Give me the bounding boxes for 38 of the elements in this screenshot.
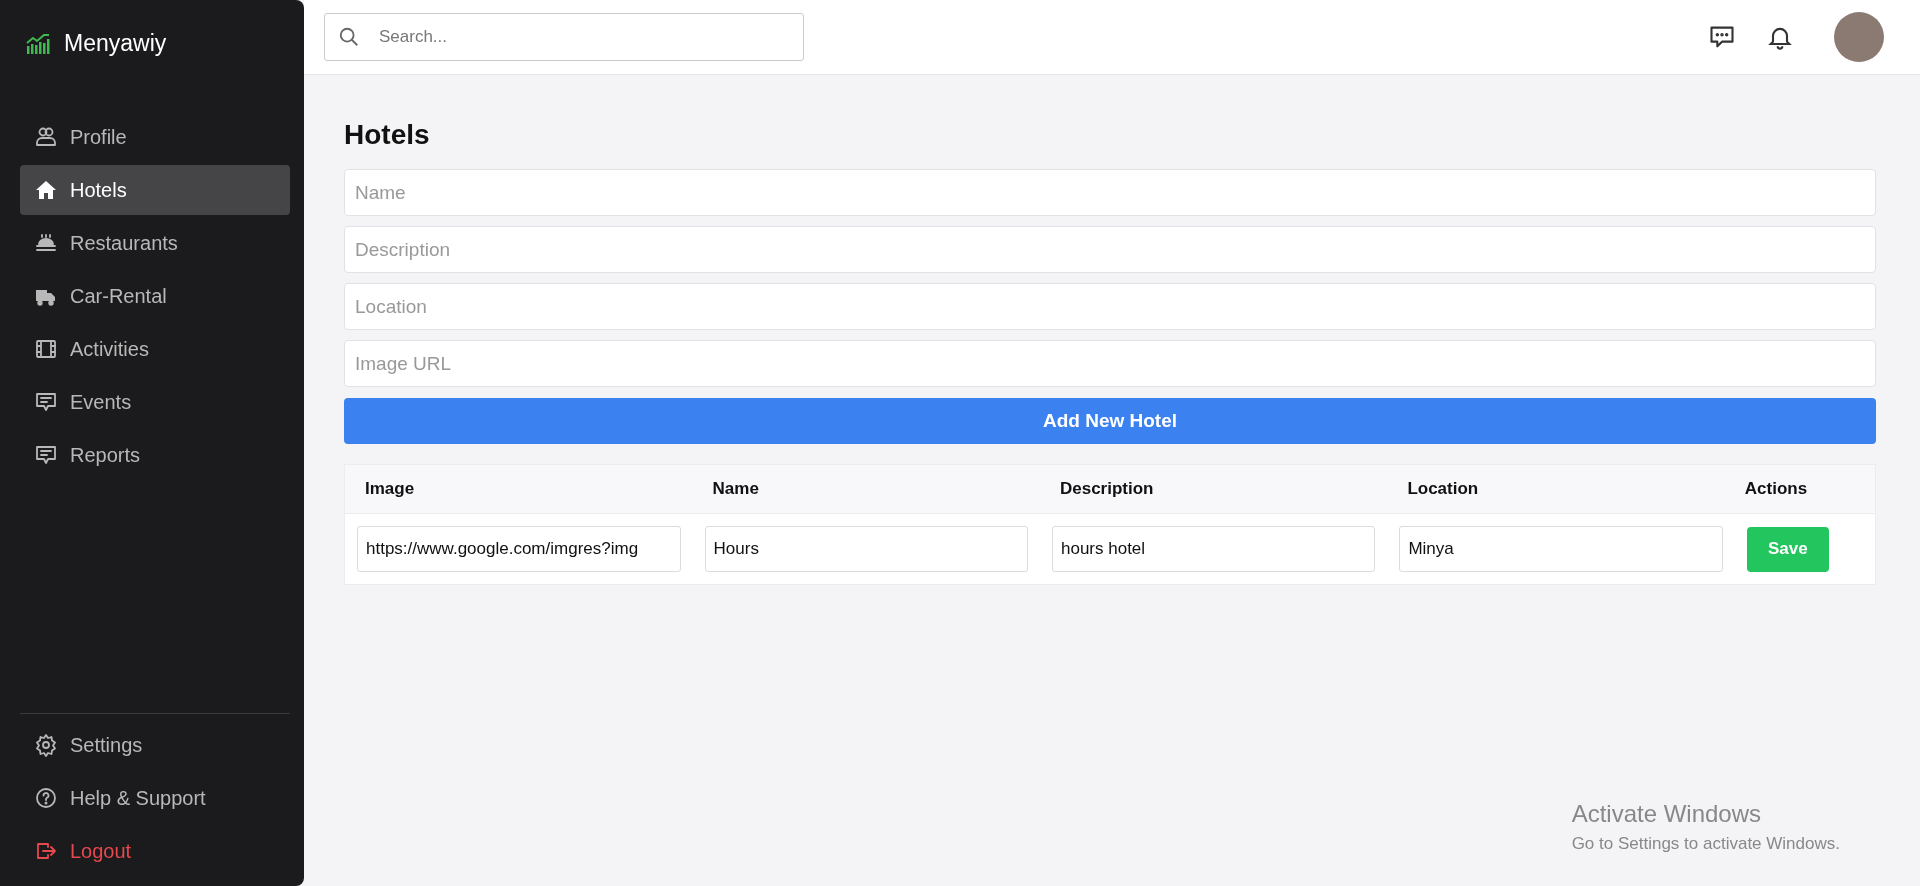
text-field[interactable]: Name: [344, 169, 1876, 216]
column-header: Name: [692, 464, 1040, 514]
help-icon: [34, 786, 58, 810]
cell-input-field[interactable]: Hours: [704, 526, 1028, 572]
home-icon: [34, 178, 58, 202]
sidebar-item[interactable]: Restaurants: [20, 218, 290, 268]
sidebar-item[interactable]: Help & Support: [20, 773, 290, 823]
text-field[interactable]: Location: [344, 283, 1876, 330]
sidebar-item[interactable]: Events: [20, 377, 290, 427]
sidebar-item[interactable]: Profile: [20, 112, 290, 162]
cell-input-field[interactable]: Minya: [1399, 526, 1723, 572]
film-icon: [34, 337, 58, 361]
text-field[interactable]: Image URL: [344, 340, 1876, 387]
users-icon: [34, 125, 58, 149]
chart-logo-icon: [26, 32, 52, 54]
avatar[interactable]: [1834, 12, 1884, 62]
column-header: Location: [1387, 464, 1735, 514]
add-hotel-button[interactable]: Add New Hotel: [344, 398, 1876, 444]
settings-icon: [34, 733, 58, 757]
cell-input-field[interactable]: https://www.google.com/imgres?img: [357, 526, 681, 572]
text-field[interactable]: Description: [344, 226, 1876, 273]
brand-name: Menyawiy: [64, 29, 167, 57]
activation-message: Go to Settings to activate Windows.: [1571, 834, 1840, 854]
sidebar-item[interactable]: Activities: [20, 324, 290, 374]
column-header: Image: [344, 464, 693, 514]
page-title: Hotels: [344, 119, 431, 151]
column-header: Description: [1039, 464, 1388, 514]
cell-input-field[interactable]: hours hotel: [1051, 526, 1376, 572]
chat-bubble-icon: [34, 390, 58, 414]
chat-bubble-icon: [34, 443, 58, 467]
column-header: Actions: [1734, 464, 1876, 514]
sidebar-item[interactable]: Reports: [20, 430, 290, 480]
sidebar-item[interactable]: Logout: [20, 826, 290, 876]
search-field[interactable]: Search...: [324, 13, 804, 61]
sidebar-item[interactable]: Settings: [20, 720, 290, 770]
activation-title: Activate Windows: [1571, 800, 1763, 828]
sidebar-item[interactable]: Car-Rental: [20, 271, 290, 321]
sidebar-item[interactable]: Hotels: [20, 165, 290, 215]
